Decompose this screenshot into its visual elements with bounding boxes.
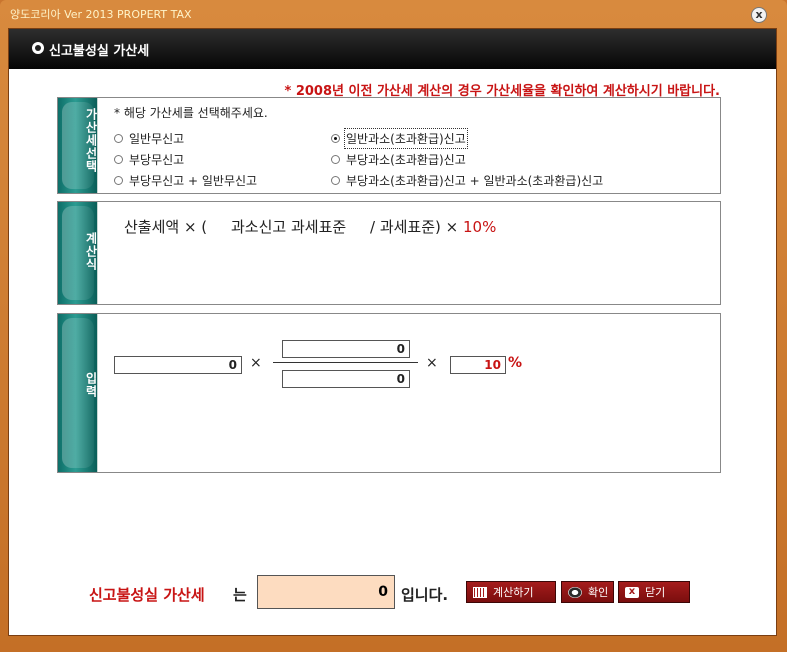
close-icon: x (625, 586, 639, 598)
selection-panel-body: * 해당 가산세를 선택해주세요. 일반무신고 일반과소(초과환급)신고 부당무… (108, 98, 720, 193)
formula-expression: 산출세액 × ( 과소신고 과세표준 / 과세표준) × (124, 218, 463, 236)
input-panel-tab-label: 입력 (84, 372, 98, 398)
result-label: 신고불성실 가산세 (89, 586, 205, 604)
confirm-button-label: 확인 (588, 586, 609, 599)
radio-label: 부당과소(초과환급)신고 + 일반과소(초과환급)신고 (346, 174, 604, 188)
tax-base-input[interactable]: 0 (282, 370, 410, 388)
formula-panel-tab: 계산식 (58, 202, 98, 304)
result-particle: 는 (233, 586, 247, 604)
rate-input[interactable]: 10 (450, 356, 506, 374)
selection-panel-tab-label: 가산세선택 (84, 108, 98, 173)
radio-unjust-no-report[interactable]: 부당무신고 (114, 151, 184, 168)
selection-panel: 가산세선택 * 해당 가산세를 선택해주세요. 일반무신고 일반과소(초과환급)… (57, 97, 721, 194)
radio-button-icon (114, 155, 123, 164)
header-bar: 신고불성실 가산세 (9, 29, 776, 69)
radio-label: 부당무신고 + 일반무신고 (129, 174, 258, 188)
title-bar[interactable]: 양도코리아 Ver 2013 PROPERT TAX x (0, 0, 787, 26)
radio-button-icon (114, 134, 123, 143)
radio-label: 부당과소(초과환급)신고 (346, 153, 466, 167)
radio-label: 부당무신고 (129, 153, 185, 167)
selection-panel-tab: 가산세선택 (58, 98, 98, 193)
formula-panel-tab-label: 계산식 (84, 232, 98, 271)
page-title: 신고불성실 가산세 (49, 44, 150, 59)
radio-button-checked-icon (331, 134, 340, 143)
calculate-button[interactable]: 계산하기 (466, 581, 556, 603)
input-panel-tab: 입력 (58, 314, 98, 472)
input-panel-body: 0 × 0 0 × 10 % (108, 314, 720, 472)
close-button[interactable]: x 닫기 (618, 581, 690, 603)
radio-label: 일반무신고 (129, 132, 185, 146)
radio-button-icon (331, 155, 340, 164)
main-content: 신고불성실 가산세 * 2008년 이전 가산세 계산의 경우 가산세율을 확인… (8, 28, 777, 636)
radio-unjust-underreport[interactable]: 부당과소(초과환급)신고 (331, 151, 466, 168)
window-close-icon[interactable]: x (751, 7, 767, 23)
radio-unjust-plus-general-no-report[interactable]: 부당무신고 + 일반무신고 (114, 172, 257, 189)
tax-amount-input[interactable]: 0 (114, 356, 242, 374)
result-suffix: 입니다. (401, 586, 449, 604)
app-window: 양도코리아 Ver 2013 PROPERT TAX x 신고불성실 가산세 *… (0, 0, 787, 652)
confirm-button[interactable]: 확인 (561, 581, 614, 603)
radio-label: 일반과소(초과환급)신고 (344, 128, 468, 149)
formula-panel-body: 산출세액 × ( 과소신고 과세표준 / 과세표준) × 10% (108, 202, 720, 304)
formula-rate: 10% (463, 218, 497, 236)
close-button-label: 닫기 (645, 586, 666, 599)
input-panel: 입력 0 × 0 0 × 10 % (57, 313, 721, 473)
radio-unjust-plus-general-underreport[interactable]: 부당과소(초과환급)신고 + 일반과소(초과환급)신고 (331, 172, 603, 189)
underreport-base-input[interactable]: 0 (282, 340, 410, 358)
multiply-sign: × (250, 355, 262, 371)
formula-text: 산출세액 × ( 과소신고 과세표준 / 과세표준) × 10% (124, 216, 496, 237)
calculate-button-label: 계산하기 (493, 586, 534, 599)
selection-instruction: * 해당 가산세를 선택해주세요. (114, 106, 268, 120)
bullet-icon (32, 42, 44, 54)
window-title: 양도코리아 Ver 2013 PROPERT TAX (10, 8, 192, 21)
radio-button-icon (114, 176, 123, 185)
formula-panel: 계산식 산출세액 × ( 과소신고 과세표준 / 과세표준) × 10% (57, 201, 721, 305)
radio-general-underreport[interactable]: 일반과소(초과환급)신고 (331, 128, 468, 149)
fraction-line (273, 362, 418, 363)
ok-icon (568, 586, 582, 598)
radio-general-no-report[interactable]: 일반무신고 (114, 130, 184, 147)
radio-button-icon (331, 176, 340, 185)
percent-sign: % (508, 355, 523, 371)
multiply-sign: × (426, 355, 438, 371)
calculator-icon (473, 586, 487, 598)
result-output: 0 (257, 575, 395, 609)
